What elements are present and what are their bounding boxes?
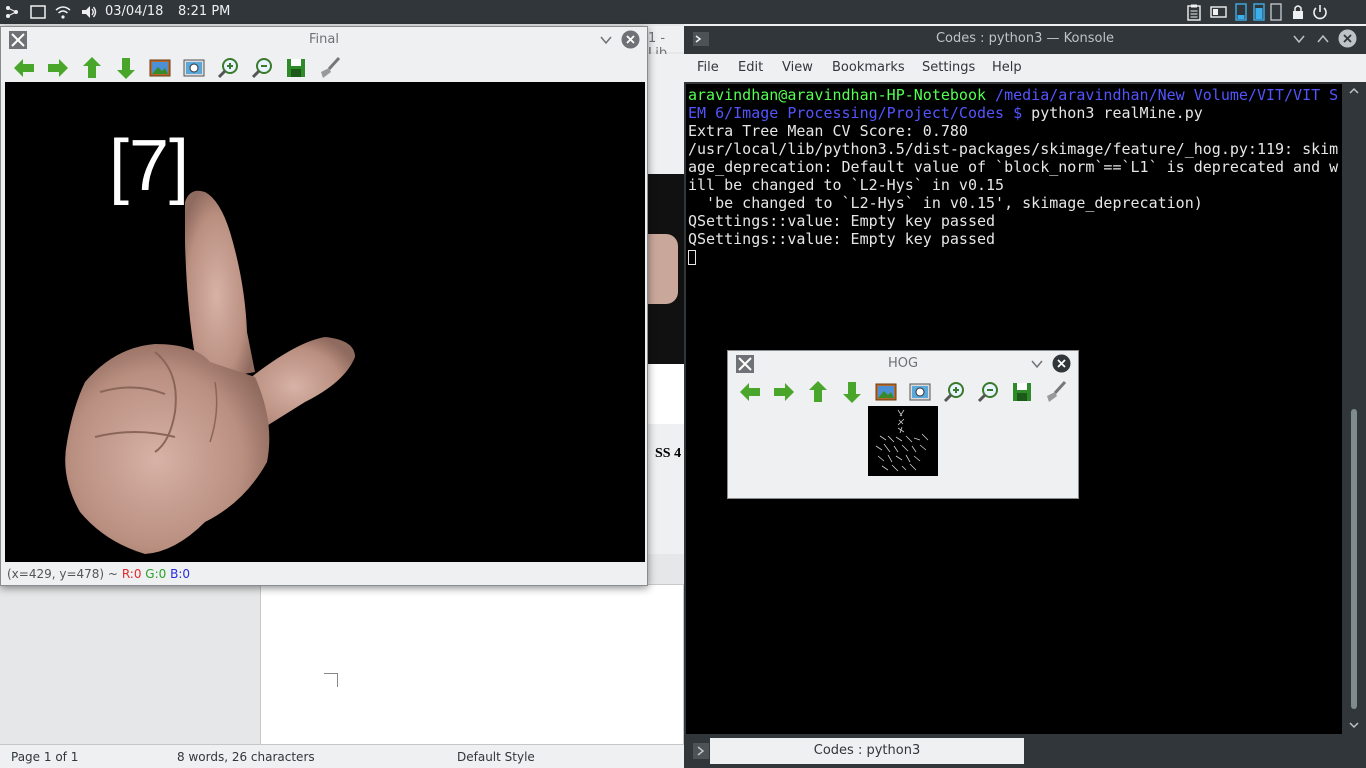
writer-embedded-image bbox=[648, 174, 684, 364]
page-count: Page 1 of 1 bbox=[11, 750, 79, 764]
final-toolbar bbox=[1, 53, 649, 83]
maximize-icon[interactable] bbox=[1316, 32, 1330, 46]
menu-bookmarks[interactable]: Bookmarks bbox=[832, 60, 905, 75]
chevron-down-icon[interactable] bbox=[1030, 357, 1044, 371]
save-icon[interactable] bbox=[283, 55, 309, 81]
hog-window: HOG bbox=[727, 350, 1079, 499]
text-corner-marker bbox=[324, 673, 338, 687]
arrow-down-icon[interactable] bbox=[839, 379, 865, 405]
new-tab-icon[interactable] bbox=[692, 742, 710, 760]
pager-1-icon[interactable] bbox=[1234, 3, 1248, 21]
brush-icon[interactable] bbox=[317, 55, 343, 81]
blue-value: B:0 bbox=[170, 567, 191, 581]
konsole-tab-bar: Codes : python3 bbox=[684, 734, 1366, 768]
zoom-out-icon[interactable] bbox=[975, 379, 1001, 405]
close-icon[interactable] bbox=[621, 30, 640, 49]
arrow-up-icon[interactable] bbox=[805, 379, 831, 405]
final-titlebar[interactable]: Final bbox=[1, 27, 647, 53]
output-line: Extra Tree Mean CV Score: 0.780 bbox=[688, 122, 968, 140]
arrow-up-icon[interactable] bbox=[79, 55, 105, 81]
writer-page-fragment bbox=[648, 364, 684, 424]
hog-toolbar bbox=[728, 377, 1080, 407]
menu-edit[interactable]: Edit bbox=[738, 60, 763, 75]
menu-view[interactable]: View bbox=[782, 60, 813, 75]
output-line: QSettings::value: Empty key passed bbox=[688, 212, 996, 230]
arrow-right-icon[interactable] bbox=[45, 55, 71, 81]
wifi-icon[interactable] bbox=[54, 3, 72, 21]
output-line: QSettings::value: Empty key passed bbox=[688, 230, 996, 248]
green-value: G:0 bbox=[145, 567, 167, 581]
close-icon[interactable] bbox=[1052, 354, 1071, 373]
screenshot-icon[interactable] bbox=[907, 379, 933, 405]
menu-settings[interactable]: Settings bbox=[922, 60, 975, 75]
show-desktop-icon[interactable] bbox=[29, 3, 47, 21]
output-line: age_deprecation: Default value of `block… bbox=[688, 158, 1339, 176]
tab-codes-python3[interactable]: Codes : python3 bbox=[710, 738, 1024, 764]
scroll-thumb[interactable] bbox=[1351, 409, 1357, 709]
konsole-titlebar[interactable]: Codes : python3 — Konsole bbox=[684, 26, 1366, 52]
zoom-in-icon[interactable] bbox=[941, 379, 967, 405]
hog-window-title: HOG bbox=[887, 356, 919, 371]
clipboard-icon[interactable] bbox=[1185, 3, 1203, 21]
panel-date[interactable]: 03/04/18 bbox=[105, 4, 163, 19]
prompt-user: aravindhan@aravindhan-HP-Notebook bbox=[688, 86, 987, 104]
command-text: python3 realMine.py bbox=[1022, 104, 1203, 122]
prediction-label: [7] bbox=[109, 126, 189, 206]
panel-clock[interactable]: 8:21 PM bbox=[178, 4, 230, 19]
cursor-coordinates: (x=429, y=478) ~ bbox=[7, 567, 118, 581]
writer-page-text: SS 4 bbox=[655, 446, 682, 461]
red-value: R:0 bbox=[121, 567, 142, 581]
writer-side-area: SS 4 bbox=[648, 54, 684, 554]
image-icon[interactable] bbox=[147, 55, 173, 81]
brush-icon[interactable] bbox=[1043, 379, 1069, 405]
final-window-title: Final bbox=[309, 32, 339, 47]
terminal-cursor bbox=[688, 250, 696, 265]
writer-status-bar: Page 1 of 1 8 words, 26 characters Defau… bbox=[0, 744, 684, 768]
menu-help[interactable]: Help bbox=[992, 60, 1022, 75]
save-icon[interactable] bbox=[1009, 379, 1035, 405]
prompt-path-1: /media/aravindhan/New Volume/VIT/VIT S bbox=[986, 86, 1339, 104]
word-count: 8 words, 26 characters bbox=[177, 750, 315, 764]
arrow-down-icon[interactable] bbox=[113, 55, 139, 81]
chevron-down-icon[interactable] bbox=[1292, 32, 1306, 46]
top-panel: 03/04/18 8:21 PM bbox=[0, 0, 1366, 24]
hand-image: [7] bbox=[65, 126, 355, 554]
prompt-path-2: EM 6/Image Processing/Project/Codes $ bbox=[688, 104, 1023, 122]
pager-2-icon[interactable] bbox=[1252, 3, 1266, 21]
close-icon[interactable] bbox=[1338, 29, 1357, 48]
terminal-scrollbar[interactable] bbox=[1346, 84, 1362, 734]
final-status-bar: (x=429, y=478) ~ R:0 G:0 B:0 bbox=[7, 567, 190, 581]
hog-visualization bbox=[875, 409, 929, 472]
app-launcher-icon[interactable] bbox=[3, 3, 21, 21]
battery-icon[interactable] bbox=[1210, 3, 1228, 21]
power-icon[interactable] bbox=[1311, 3, 1329, 21]
volume-icon[interactable] bbox=[80, 3, 98, 21]
hog-feature-image[interactable] bbox=[868, 406, 938, 476]
final-window: Final [7] (x=429, y=478) ~ R:0 G:0 B:0 bbox=[0, 26, 648, 586]
image-icon[interactable] bbox=[873, 379, 899, 405]
chevron-down-icon[interactable] bbox=[599, 33, 613, 47]
arrow-left-icon[interactable] bbox=[11, 55, 37, 81]
output-line: ill be changed to `L2-Hys` in v0.15 bbox=[688, 176, 1005, 194]
menu-file[interactable]: File bbox=[697, 60, 719, 75]
writer-document-page[interactable] bbox=[260, 584, 684, 746]
final-image-canvas[interactable]: [7] bbox=[5, 82, 645, 562]
scroll-up-icon[interactable] bbox=[1349, 86, 1359, 96]
screenshot-icon[interactable] bbox=[181, 55, 207, 81]
arrow-right-icon[interactable] bbox=[771, 379, 797, 405]
writer-title-fragment: 1 - Lib bbox=[648, 26, 684, 61]
scroll-down-icon[interactable] bbox=[1349, 720, 1359, 730]
pager-3-icon[interactable] bbox=[1269, 3, 1283, 21]
paragraph-style: Default Style bbox=[457, 750, 535, 764]
output-line: /usr/local/lib/python3.5/dist-packages/s… bbox=[688, 140, 1339, 158]
hog-titlebar[interactable]: HOG bbox=[728, 351, 1078, 377]
zoom-out-icon[interactable] bbox=[249, 55, 275, 81]
konsole-window-title: Codes : python3 — Konsole bbox=[935, 31, 1115, 46]
arrow-left-icon[interactable] bbox=[737, 379, 763, 405]
output-line: 'be changed to `L2-Hys` in v0.15', skima… bbox=[688, 194, 1203, 212]
konsole-menubar: File Edit View Bookmarks Settings Help bbox=[684, 54, 1366, 82]
lock-screen-icon[interactable] bbox=[1289, 3, 1307, 21]
zoom-in-icon[interactable] bbox=[215, 55, 241, 81]
